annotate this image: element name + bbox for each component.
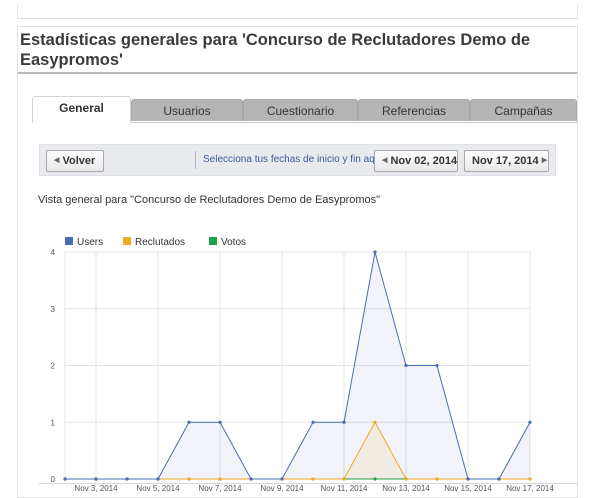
data-point-reclutados xyxy=(373,420,377,424)
x-axis-ticks: Nov 3, 2014 Nov 5, 2014 Nov 7, 2014 Nov 9, … xyxy=(74,484,554,493)
data-point-users xyxy=(311,420,315,424)
data-point-users xyxy=(404,363,408,368)
tab-campanas[interactable]: Campañas xyxy=(470,99,577,121)
data-point-reclutados xyxy=(404,477,408,481)
chart-title: Vista general para "Concurso de Reclutad… xyxy=(38,194,381,206)
data-point-users xyxy=(249,477,253,481)
data-point-reclutados xyxy=(187,477,191,481)
page-header: Estadísticas generales para 'Concurso de… xyxy=(18,27,577,74)
data-point-reclutados xyxy=(218,477,222,481)
y-tick-label: 1 xyxy=(51,418,56,427)
data-point-reclutados xyxy=(435,477,439,481)
overview-chart: Users Reclutados Votos 01234 Nov 3, 2014 No… xyxy=(51,237,554,493)
data-point-reclutados xyxy=(311,477,315,481)
data-point-users xyxy=(466,477,470,481)
start-date-value: Nov 02, 2014 xyxy=(390,155,458,167)
legend-swatch-reclutados xyxy=(123,237,131,245)
x-tick-label: Nov 13, 2014 xyxy=(382,484,430,493)
y-tick-label: 3 xyxy=(51,305,56,314)
chevron-right-icon: ▶ xyxy=(541,157,548,165)
x-tick-label: Nov 9, 2014 xyxy=(260,484,304,493)
legend-label-reclutados: Reclutados xyxy=(135,237,185,248)
data-point-users xyxy=(497,477,501,481)
data-point-users xyxy=(63,477,67,481)
tab-general[interactable]: General xyxy=(32,96,131,123)
tab-cuestionario[interactable]: Cuestionario xyxy=(243,99,358,121)
legend-swatch-votos xyxy=(209,237,217,245)
start-date-picker[interactable]: ◀ Nov 02, 2014 xyxy=(374,150,458,172)
tab-bar: General Usuarios Cuestionario Referencia… xyxy=(32,96,577,123)
data-point-votos xyxy=(373,477,377,481)
back-button[interactable]: ◀ Volver xyxy=(46,150,104,172)
x-tick-label: Nov 7, 2014 xyxy=(198,484,242,493)
end-date-picker[interactable]: Nov 17, 2014 ▶ xyxy=(464,150,549,172)
chevron-left-icon: ◀ xyxy=(54,157,60,165)
y-tick-label: 4 xyxy=(51,248,56,257)
x-tick-label: Nov 17, 2014 xyxy=(506,484,554,493)
data-point-users xyxy=(280,477,284,481)
data-point-users xyxy=(435,363,439,368)
chart-grid xyxy=(64,251,531,480)
date-toolbar: ◀ Volver Selecciona tus fechas de inicio… xyxy=(39,144,556,176)
tab-referencias[interactable]: Referencias xyxy=(358,99,470,121)
date-range-hint: Selecciona tus fechas de inicio y fin aq… xyxy=(195,151,383,169)
data-point-users xyxy=(373,250,377,254)
top-panel-strip xyxy=(17,4,578,19)
data-point-users xyxy=(94,477,98,481)
legend-label-users: Users xyxy=(77,237,103,248)
x-tick-label: Nov 15, 2014 xyxy=(444,484,492,493)
x-tick-label: Nov 11, 2014 xyxy=(321,484,369,493)
legend-label-votos: Votos xyxy=(221,237,246,248)
chart-legend: Users Reclutados Votos xyxy=(65,237,246,248)
x-tick-label: Nov 5, 2014 xyxy=(136,484,180,493)
data-point-users xyxy=(342,420,346,424)
tab-usuarios[interactable]: Usuarios xyxy=(131,99,243,121)
page-title: Estadísticas generales para 'Concurso de… xyxy=(20,31,531,69)
end-date-value: Nov 17, 2014 xyxy=(472,155,539,167)
y-axis-ticks: 01234 xyxy=(51,248,56,484)
back-button-label: Volver xyxy=(62,155,96,167)
chevron-left-icon: ◀ xyxy=(382,157,388,165)
data-point-reclutados xyxy=(528,477,532,481)
x-tick-label: Nov 3, 2014 xyxy=(74,484,118,493)
y-tick-label: 2 xyxy=(51,362,56,371)
data-point-users xyxy=(187,420,191,424)
legend-swatch-users xyxy=(65,237,73,245)
data-point-users xyxy=(125,477,129,481)
stats-panel: Estadísticas generales para 'Concurso de… xyxy=(17,26,578,498)
data-point-users xyxy=(156,477,160,481)
data-point-reclutados xyxy=(342,477,346,481)
data-point-users xyxy=(218,420,222,424)
panel-footer-divider xyxy=(39,483,577,484)
data-point-users xyxy=(528,420,532,424)
